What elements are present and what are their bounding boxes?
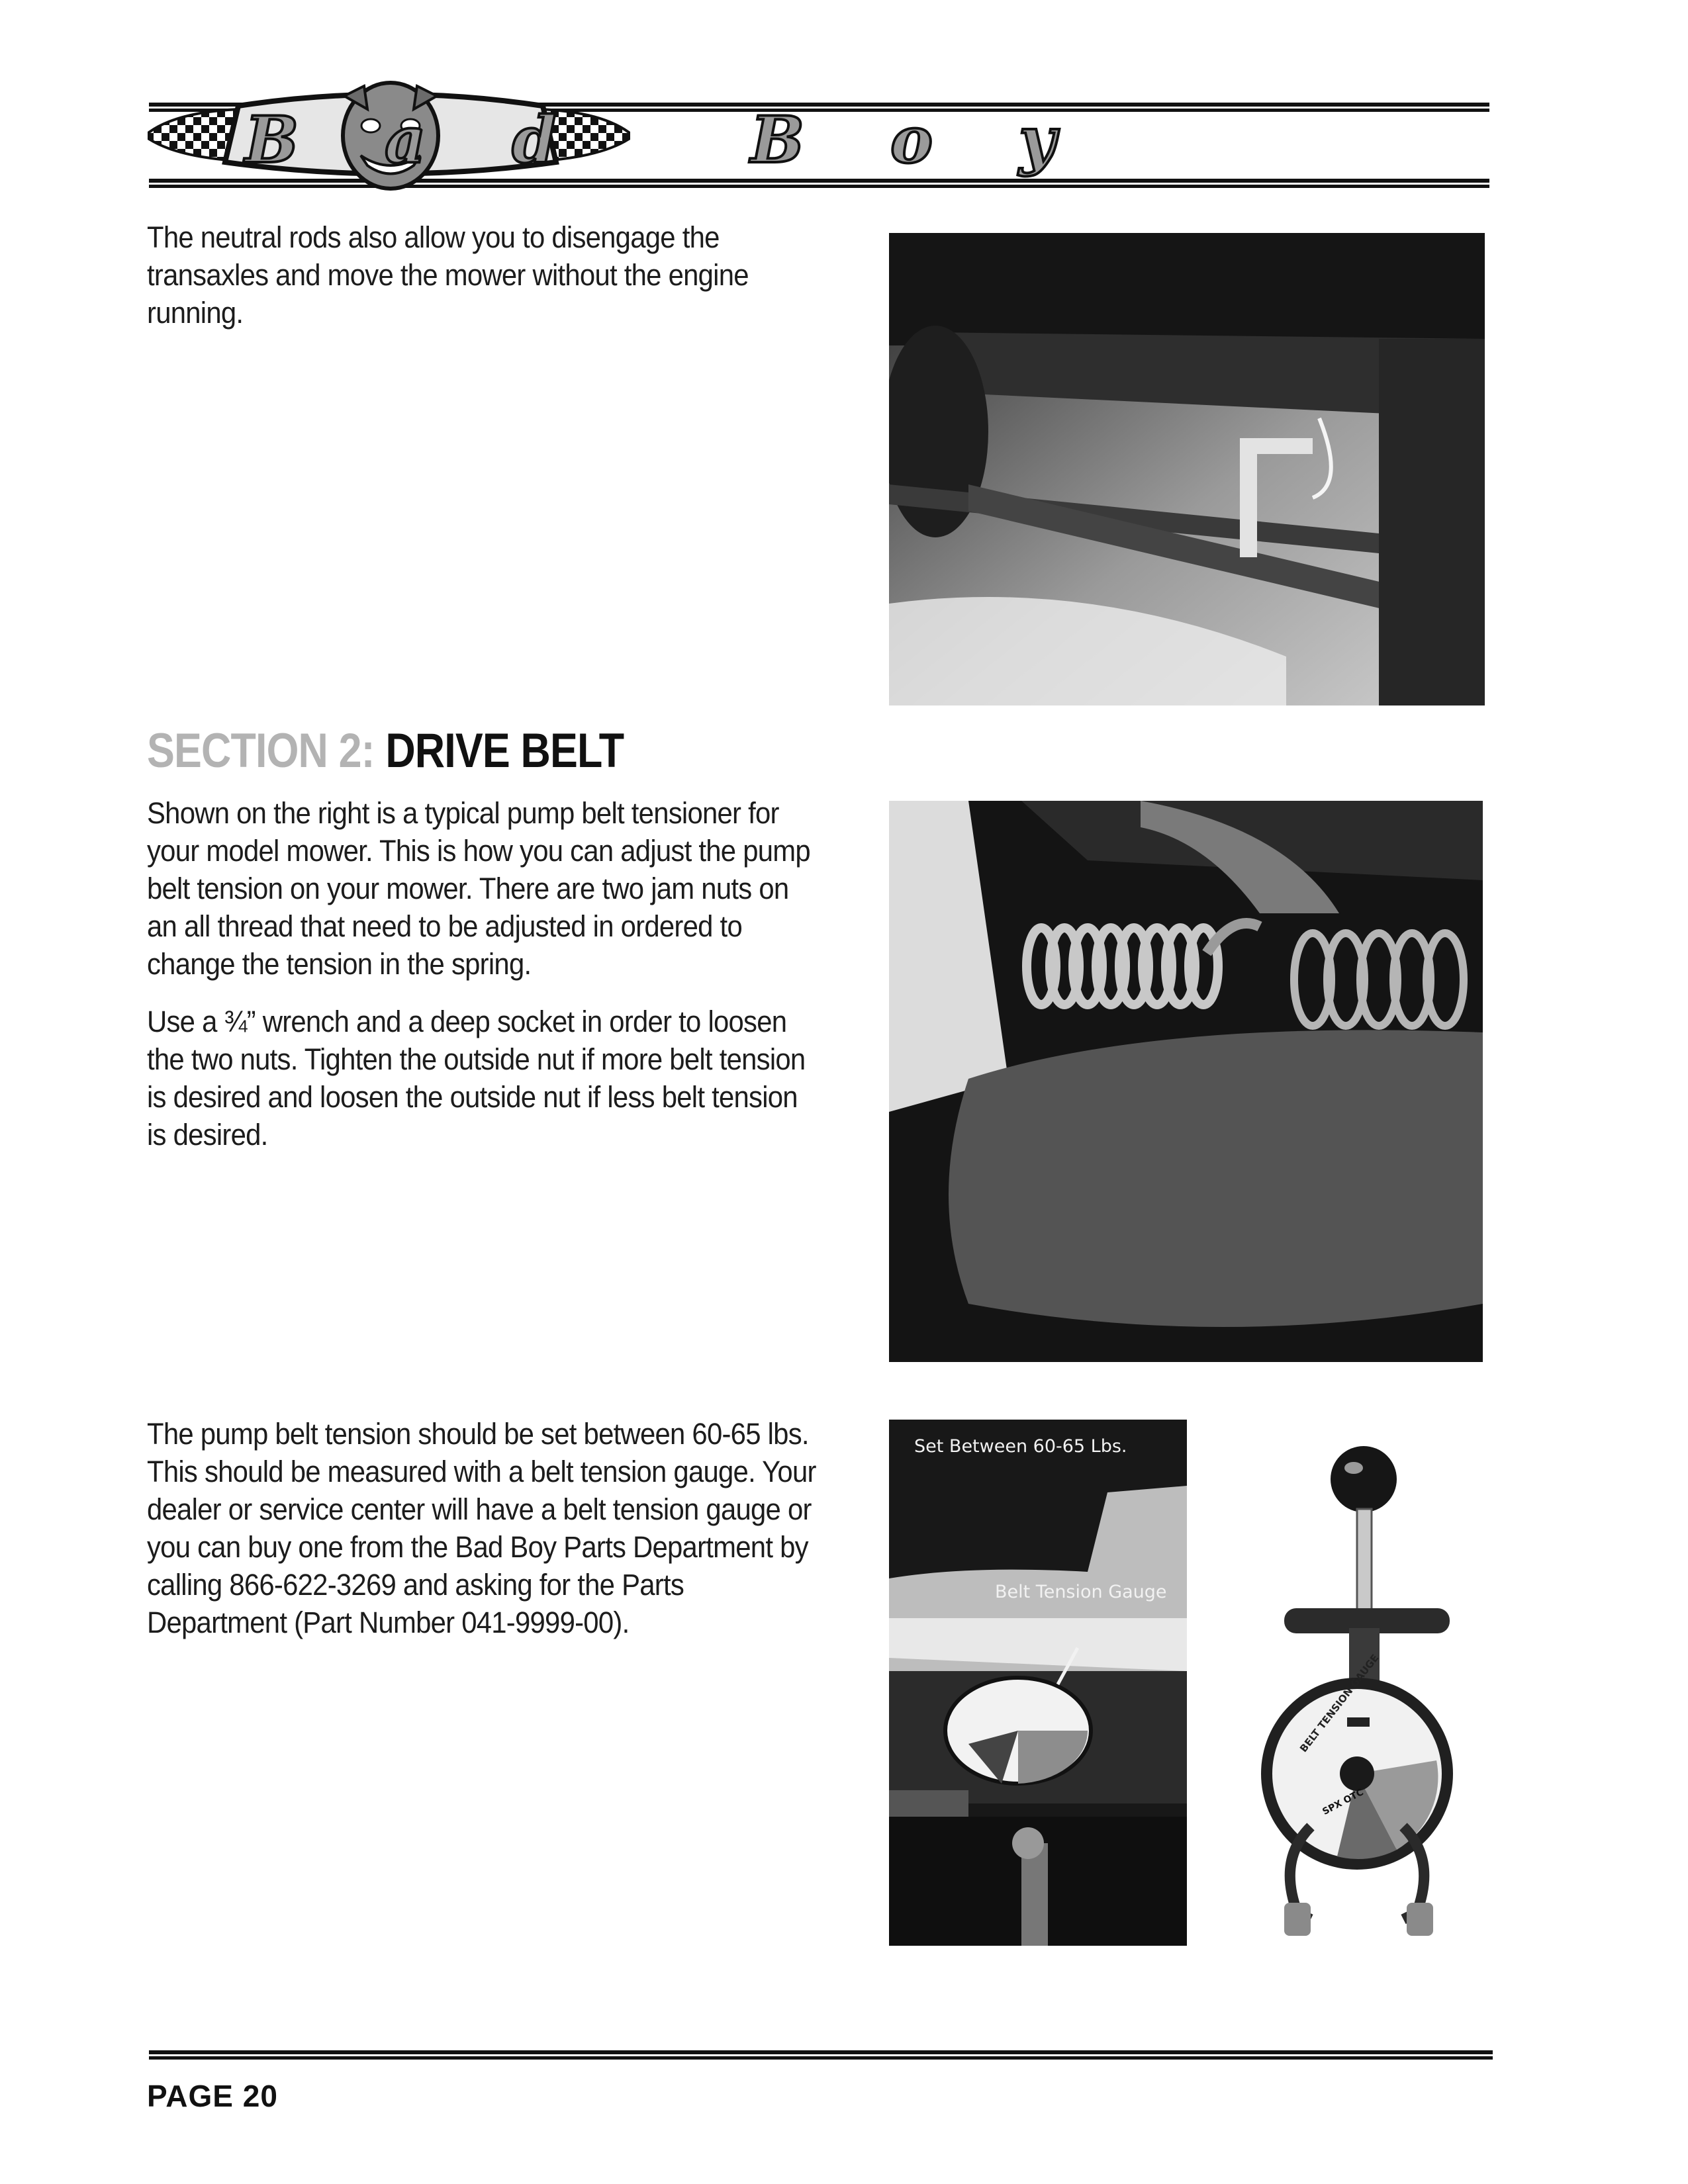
intro-paragraph: The neutral rods also allow you to disen… xyxy=(147,220,749,330)
wrench-paragraph: Use a ¾” wrench and a deep socket in ord… xyxy=(147,1005,806,1152)
section-title: DRIVE BELT xyxy=(385,724,624,778)
tension-spec-paragraph: The pump belt tension should be set betw… xyxy=(147,1417,816,1639)
footer-rule-inner xyxy=(149,2054,1493,2056)
belt-tensioner-spring-photo xyxy=(889,801,1483,1362)
gauge-setpoint-caption: Set Between 60-65 Lbs. xyxy=(914,1436,1127,1457)
bad-boy-logo: Bad Boy xyxy=(146,69,1057,202)
gauge-label-caption: Belt Tension Gauge xyxy=(995,1582,1167,1602)
tensioner-paragraph: Shown on the right is a typical pump bel… xyxy=(147,796,811,981)
installed-gauge-photo: Set Between 60-65 Lbs. Belt Tension Gaug… xyxy=(889,1420,1187,1946)
section-number: SECTION 2: xyxy=(147,724,375,778)
belt-tension-gauge-tool: BELT TENSION GAUGE SPX OTC xyxy=(1258,1430,1476,1946)
page-number: PAGE 20 xyxy=(147,2079,278,2113)
logo-text: Bad Boy xyxy=(244,101,1142,179)
neutral-rod-photo xyxy=(889,233,1485,705)
section-heading: SECTION 2: DRIVE BELT xyxy=(147,725,624,778)
